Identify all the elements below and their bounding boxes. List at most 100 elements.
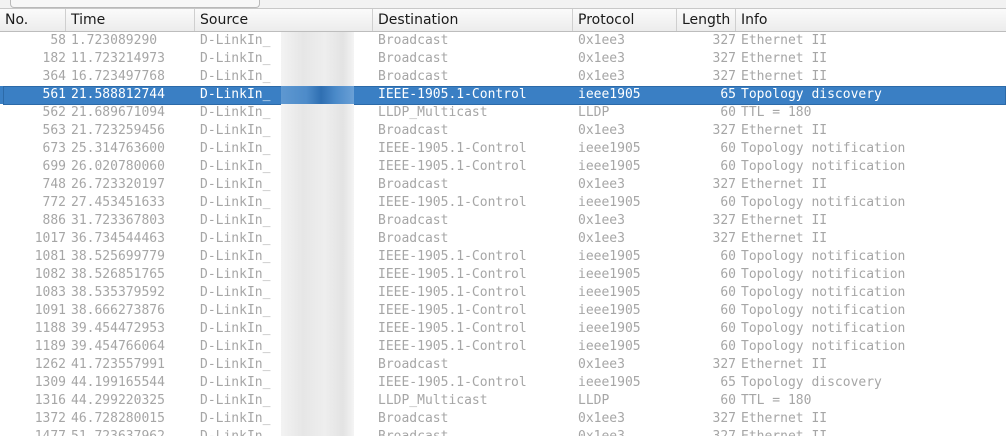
packet-source: D-LinkIn_	[200, 321, 271, 336]
packet-time: 39.454766064	[71, 339, 165, 354]
table-row[interactable]: 1262 41.723557991 D-LinkIn_ Broadcast 0x1ee3…	[0, 356, 1006, 374]
table-row[interactable]: 562 21.689671094 D-LinkIn_ LLDP_Multicast LL…	[0, 104, 1006, 122]
redacted-address	[281, 284, 354, 302]
packet-number: 1017	[34, 231, 66, 246]
packet-number: 1316	[34, 393, 66, 408]
packet-time: 39.454472953	[71, 321, 165, 336]
table-row[interactable]: 1189 39.454766064 D-LinkIn_ IEEE-1905.1-Con…	[0, 338, 1006, 356]
packet-info: TTL = 180	[741, 393, 812, 408]
packet-length: 60	[720, 321, 736, 336]
packet-length: 60	[720, 159, 736, 174]
table-row[interactable]: 1091 38.666273876 D-LinkIn_ IEEE-1905.1-Con…	[0, 302, 1006, 320]
table-row[interactable]: 58 1.723089290 D-LinkIn_ Broadcast 0x1ee3 327…	[0, 32, 1006, 50]
packet-list[interactable]: 58 1.723089290 D-LinkIn_ Broadcast 0x1ee3 327…	[0, 32, 1006, 436]
packet-protocol: 0x1ee3	[578, 357, 625, 372]
packet-length: 327	[712, 177, 736, 192]
column-header-length[interactable]: Length	[677, 9, 736, 31]
packet-protocol: ieee1905	[578, 321, 641, 336]
packet-info: Topology discovery	[741, 375, 882, 390]
packet-number: 1081	[34, 249, 66, 264]
redacted-address	[281, 302, 354, 320]
packet-source: D-LinkIn_	[200, 159, 271, 174]
packet-length: 327	[712, 123, 736, 138]
packet-number: 1189	[34, 339, 66, 354]
packet-source: D-LinkIn_	[200, 303, 271, 318]
packet-length: 327	[712, 357, 736, 372]
column-header-info[interactable]: Info	[736, 9, 1006, 31]
packet-protocol: 0x1ee3	[578, 428, 678, 436]
table-row[interactable]: 1372 46.728280015 D-LinkIn_ Broadcast 0x1ee3…	[0, 410, 1006, 428]
packet-length: 60	[720, 303, 736, 318]
table-row[interactable]: 1082 38.526851765 D-LinkIn_ IEEE-1905.1-Con…	[0, 266, 1006, 284]
table-row[interactable]: 886 31.723367803 D-LinkIn_ Broadcast 0x1ee3 3…	[0, 212, 1006, 230]
table-row[interactable]: 673 25.314763600 D-LinkIn_ IEEE-1905.1-Cont…	[0, 140, 1006, 158]
table-row[interactable]: 563 21.723259456 D-LinkIn_ Broadcast 0x1ee3 3…	[0, 122, 1006, 140]
table-row[interactable]: 364 16.723497768 D-LinkIn_ Broadcast 0x1ee3 3…	[0, 68, 1006, 86]
packet-time: 46.728280015	[71, 411, 165, 426]
table-row-selected[interactable]: 561 21.588812744 D-LinkIn_ IEEE-1905.1-Cont…	[0, 86, 1006, 105]
packet-time: 21.588812744	[71, 87, 165, 102]
packet-info: Ethernet II	[741, 69, 828, 84]
packet-time: 27.453451633	[71, 195, 165, 210]
column-header-no[interactable]: No.	[0, 9, 66, 31]
packet-time: 21.723259456	[71, 123, 165, 138]
packet-destination: IEEE-1905.1-Control	[378, 159, 527, 174]
filter-field-edge[interactable]	[10, 0, 260, 8]
redacted-address	[281, 320, 354, 338]
packet-destination: Broadcast	[378, 213, 449, 228]
packet-protocol: ieee1905	[578, 249, 641, 264]
packet-info: Ethernet II	[741, 213, 828, 228]
packet-number: 561	[42, 87, 66, 102]
packet-length: 327	[712, 33, 736, 48]
packet-destination: Broadcast	[378, 428, 574, 436]
table-row[interactable]: 182 11.723214973 D-LinkIn_ Broadcast 0x1ee3 3…	[0, 50, 1006, 68]
packet-length: 60	[720, 249, 736, 264]
packet-source: D-LinkIn_	[200, 231, 271, 246]
packet-info: Ethernet II	[741, 231, 828, 246]
column-header-protocol[interactable]: Protocol	[573, 9, 677, 31]
redacted-address	[281, 248, 354, 266]
column-header-time[interactable]: Time	[66, 9, 195, 31]
packet-info: Topology notification	[741, 195, 906, 210]
packet-destination: Broadcast	[378, 51, 449, 66]
packet-info: Topology notification	[741, 285, 906, 300]
table-row[interactable]: 748 26.723320197 D-LinkIn_ Broadcast 0x1ee3 3…	[0, 176, 1006, 194]
table-row[interactable]: 699 26.020780060 D-LinkIn_ IEEE-1905.1-Cont…	[0, 158, 1006, 176]
redacted-address	[281, 176, 354, 194]
packet-time: 31.723367803	[71, 213, 165, 228]
packet-protocol: ieee1905	[578, 195, 641, 210]
packet-length: 327	[712, 411, 736, 426]
column-header-source[interactable]: Source	[195, 9, 373, 31]
packet-length: 60	[720, 267, 736, 282]
table-row[interactable]: 1081 38.525699779 D-LinkIn_ IEEE-1905.1-Con…	[0, 248, 1006, 266]
packet-time: 11.723214973	[71, 51, 165, 66]
packet-protocol: 0x1ee3	[578, 69, 625, 84]
packet-length: 327	[712, 69, 736, 84]
packet-number: 1262	[34, 357, 66, 372]
packet-protocol: 0x1ee3	[578, 123, 625, 138]
packet-protocol: ieee1905	[578, 87, 641, 102]
packet-number: 364	[42, 69, 66, 84]
packet-protocol: 0x1ee3	[578, 213, 625, 228]
table-row[interactable]: 1316 44.299220325 D-LinkIn_ LLDP_Multicast L…	[0, 392, 1006, 410]
table-row[interactable]: 1083 38.535379592 D-LinkIn_ IEEE-1905.1-Con…	[0, 284, 1006, 302]
table-row[interactable]: 772 27.453451633 D-LinkIn_ IEEE-1905.1-Cont…	[0, 194, 1006, 212]
packet-info: Topology notification	[741, 159, 906, 174]
table-row[interactable]: 1309 44.199165544 D-LinkIn_ IEEE-1905.1-Con…	[0, 374, 1006, 392]
packet-protocol: 0x1ee3	[578, 411, 625, 426]
packet-source: D-LinkIn_	[200, 267, 271, 282]
packet-protocol: 0x1ee3	[578, 33, 625, 48]
packet-info: Topology notification	[741, 141, 906, 156]
packet-length: 65	[720, 375, 736, 390]
packet-length: 60	[720, 105, 736, 120]
packet-protocol: ieee1905	[578, 267, 641, 282]
table-row[interactable]: 1188 39.454472953 D-LinkIn_ IEEE-1905.1-Con…	[0, 320, 1006, 338]
table-row[interactable]: 1477 51.723637962 D-LinkIn_ Broadcast 0x1ee3…	[0, 428, 1006, 436]
column-header-destination[interactable]: Destination	[373, 9, 573, 31]
table-row[interactable]: 1017 36.734544463 D-LinkIn_ Broadcast 0x1ee3…	[0, 230, 1006, 248]
packet-protocol: ieee1905	[578, 375, 641, 390]
packet-destination: IEEE-1905.1-Control	[378, 267, 527, 282]
packet-destination: IEEE-1905.1-Control	[378, 195, 527, 210]
packet-destination: IEEE-1905.1-Control	[378, 141, 527, 156]
redacted-address	[281, 392, 354, 410]
